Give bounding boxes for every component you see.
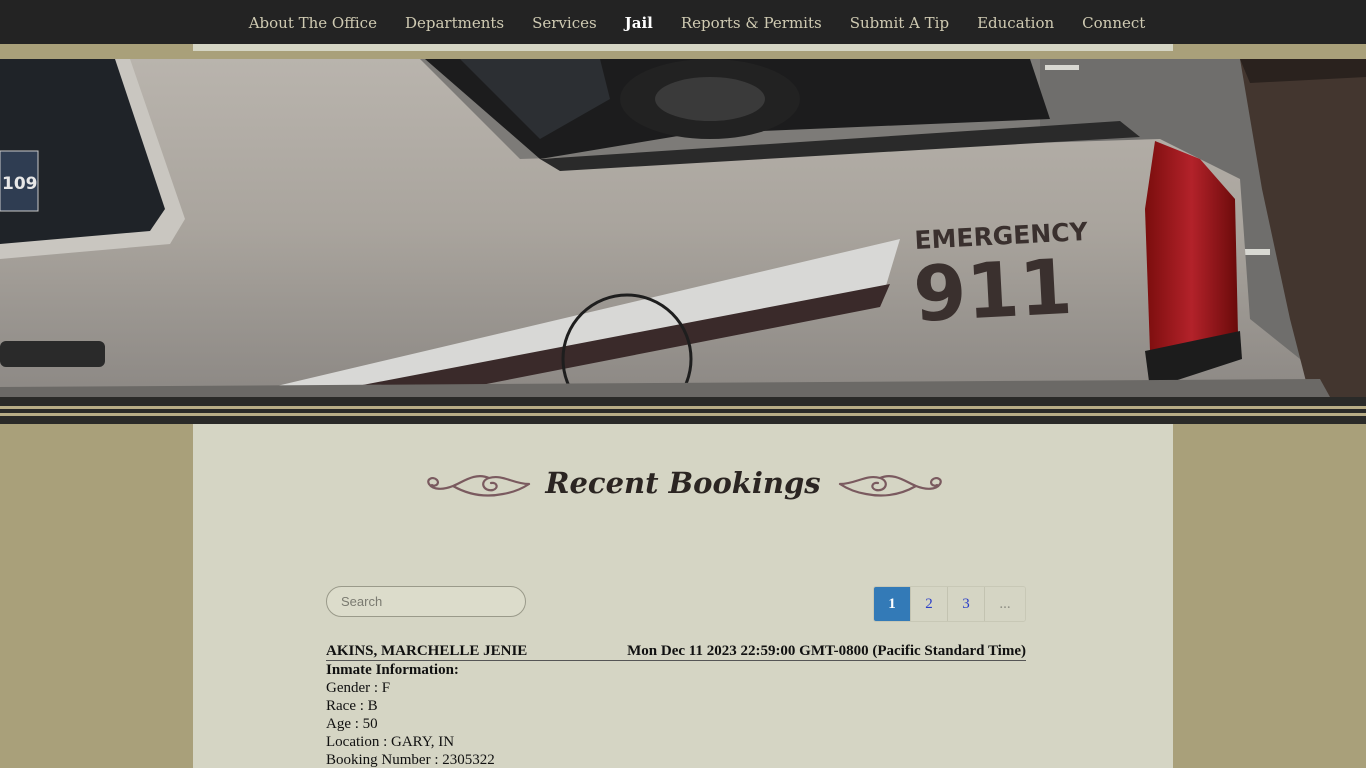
inmate-name[interactable]: AKINS, MARCHELLE JENIE [326,642,527,660]
trim-strip [193,44,1173,51]
nav-menu: About The Office Departments Services Ja… [0,0,1366,44]
hero-bottom-border [0,397,1366,424]
nav-item-connect[interactable]: Connect [1082,0,1145,44]
nav-trim [0,44,1366,59]
nav-item-reports-permits[interactable]: Reports & Permits [681,0,822,44]
hero-patrol-car-image: 109 EMERGENCY 911 [0,59,1366,397]
nav-item-submit-a-tip[interactable]: Submit A Tip [850,0,949,44]
record-header: AKINS, MARCHELLE JENIE Mon Dec 11 2023 2… [326,642,1026,661]
gender-field: Gender : F [326,680,391,696]
location-field: Location : GARY, IN [326,734,455,750]
race-field: Race : B [326,698,378,714]
search-input[interactable] [326,586,526,617]
booking-date: Mon Dec 11 2023 22:59:00 GMT-0800 (Pacif… [627,643,1026,659]
page-button-1[interactable]: 1 [874,587,911,621]
hero-banner: 109 EMERGENCY 911 [0,59,1366,397]
booking-number-field: Booking Number : 2305322 [326,752,495,768]
nav-item-education[interactable]: Education [977,0,1054,44]
main-content: Recent Bookings 1 2 3 ... AKINS, MARCHEL… [193,424,1173,768]
border-line [0,406,1366,409]
page-button-ellipsis[interactable]: ... [985,587,1025,621]
booking-record: AKINS, MARCHELLE JENIE Mon Dec 11 2023 2… [326,642,1026,768]
nav-item-departments[interactable]: Departments [405,0,504,44]
inmate-info-label: Inmate Information: [326,662,459,678]
age-field: Age : 50 [326,716,378,732]
page-heading: Recent Bookings [193,462,1173,506]
page-button-3[interactable]: 3 [948,587,985,621]
nav-item-about-the-office[interactable]: About The Office [249,0,377,44]
sticker-text: 109 [2,174,38,194]
page-button-2[interactable]: 2 [911,587,948,621]
nav-item-services[interactable]: Services [532,0,597,44]
top-navbar: About The Office Departments Services Ja… [0,0,1366,44]
pagination: 1 2 3 ... [873,586,1026,622]
decal-911: 911 [911,242,1074,339]
nav-item-jail[interactable]: Jail [625,0,653,44]
page-title: Recent Bookings [545,466,821,500]
right-flourish-icon [838,475,942,497]
border-line [0,413,1366,416]
